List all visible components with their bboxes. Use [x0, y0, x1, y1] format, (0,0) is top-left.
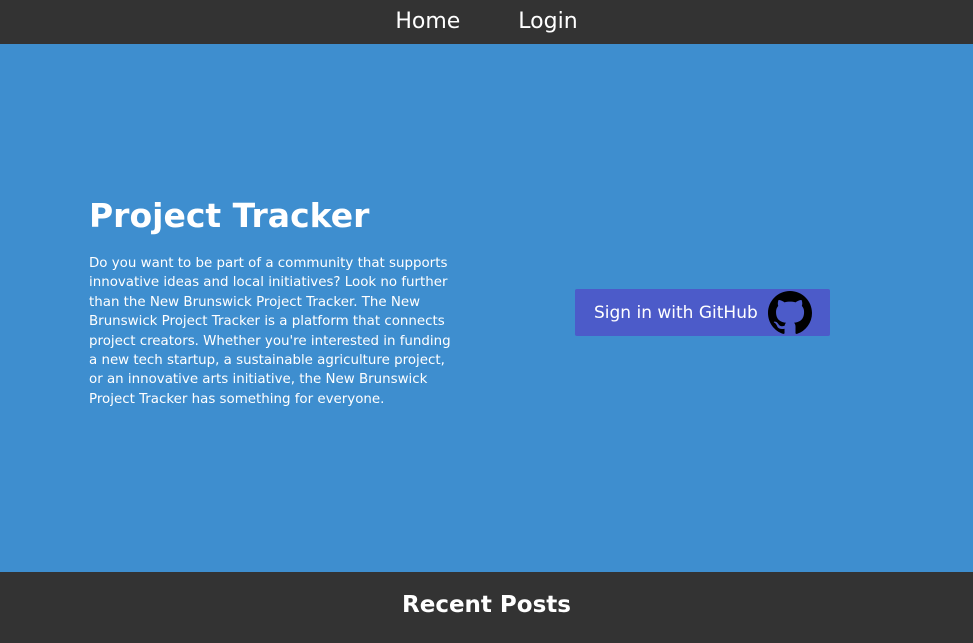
top-navbar: Home Login [0, 0, 973, 44]
nav-home-link[interactable]: Home [395, 0, 460, 44]
hero-text-block: Project Tracker Do you want to be part o… [89, 196, 451, 409]
sign-in-github-button[interactable]: Sign in with GitHub [575, 289, 830, 336]
hero-description: Do you want to be part of a community th… [89, 256, 451, 407]
nav-login-link[interactable]: Login [518, 0, 577, 44]
recent-posts-heading: Recent Posts [402, 592, 571, 618]
github-icon [767, 290, 812, 335]
sign-in-github-label: Sign in with GitHub [594, 302, 758, 323]
recent-posts-section: Recent Posts [0, 572, 973, 643]
hero-section: Project Tracker Do you want to be part o… [0, 44, 973, 572]
page-title: Project Tracker [89, 196, 370, 235]
